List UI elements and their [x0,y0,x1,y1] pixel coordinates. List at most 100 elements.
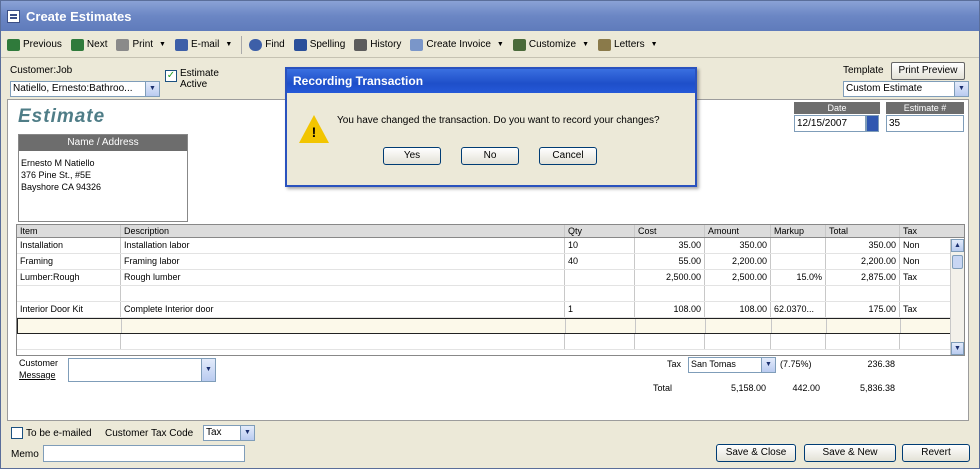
column-header-item[interactable]: Item [17,225,121,237]
tax-item-combo[interactable]: San Tomas ▼ [688,357,776,373]
column-header-markup[interactable]: Markup [771,225,826,237]
cell-cost[interactable]: 108.00 [635,302,705,317]
scroll-up-icon[interactable]: ▲ [951,239,964,252]
date-field[interactable]: 12/15/2007 [794,115,866,132]
history-button[interactable]: History [354,38,401,51]
customer-message-combo[interactable]: ▼ [68,358,216,382]
to-be-emailed-checkbox[interactable] [11,427,23,439]
cell-description[interactable]: Installation labor [121,238,565,253]
previous-button[interactable]: Previous [7,38,62,51]
customize-button[interactable]: Customize ▼ [512,38,589,51]
cell-tax[interactable]: Non [900,254,948,269]
column-header-amount[interactable]: Amount [705,225,771,237]
column-header-qty[interactable]: Qty [565,225,635,237]
email-dropdown-icon[interactable]: ▼ [225,41,232,48]
chevron-down-icon[interactable]: ▼ [240,426,254,440]
table-row[interactable] [17,286,964,302]
cell-cost[interactable]: 2,500.00 [635,270,705,285]
cell-item[interactable]: Framing [17,254,121,269]
column-header-tax[interactable]: Tax [900,225,948,237]
cell-item[interactable] [17,334,121,349]
cell-total[interactable] [827,319,901,333]
cell-markup[interactable] [771,334,826,349]
cell-qty[interactable]: 40 [565,254,635,269]
cell-markup[interactable]: 62.0370... [771,302,826,317]
chevron-down-icon[interactable]: ▼ [954,82,968,96]
cell-total[interactable]: 2,875.00 [826,270,900,285]
yes-button[interactable]: Yes [383,147,441,165]
cell-amount[interactable]: 108.00 [705,302,771,317]
cell-markup[interactable] [771,238,826,253]
cell-amount[interactable] [705,286,771,301]
cell-markup[interactable] [771,254,826,269]
cell-description[interactable]: Rough lumber [121,270,565,285]
cell-cost[interactable] [635,286,705,301]
cell-total[interactable] [826,286,900,301]
table-row-current[interactable] [17,318,964,334]
email-button[interactable]: E-mail ▼ [174,38,232,51]
cell-description[interactable] [121,334,565,349]
print-dropdown-icon[interactable]: ▼ [159,41,166,48]
cell-total[interactable]: 350.00 [826,238,900,253]
cell-description[interactable] [122,319,566,333]
cell-qty[interactable] [566,319,636,333]
find-button[interactable]: Find [249,38,285,51]
cell-markup[interactable] [772,319,827,333]
template-combo[interactable]: Custom Estimate ▼ [843,81,969,97]
memo-field[interactable] [43,445,245,462]
cell-amount[interactable]: 2,200.00 [705,254,771,269]
cell-qty[interactable]: 10 [565,238,635,253]
save-close-button[interactable]: Save & Close [716,444,796,462]
column-header-description[interactable]: Description [121,225,565,237]
cell-tax[interactable] [900,286,948,301]
name-address-box[interactable]: Name / Address Ernesto M Natiello 376 Pi… [18,134,188,222]
create-invoice-button[interactable]: Create Invoice ▼ [410,38,504,51]
cell-item[interactable]: Interior Door Kit [17,302,121,317]
scroll-thumb[interactable] [952,255,963,269]
revert-button[interactable]: Revert [902,444,970,462]
cell-total[interactable] [826,334,900,349]
estimate-active-checkbox[interactable]: ✓ [165,70,177,82]
column-header-total[interactable]: Total [826,225,900,237]
letters-button[interactable]: Letters ▼ [598,38,658,51]
cell-cost[interactable]: 35.00 [635,238,705,253]
cell-description[interactable]: Framing labor [121,254,565,269]
spelling-button[interactable]: Spelling [293,38,345,51]
chevron-down-icon[interactable]: ▼ [201,359,215,381]
customer-job-combo[interactable]: Natiello, Ernesto:Bathroo... ▼ [10,81,160,97]
cell-item[interactable] [18,319,122,333]
no-button[interactable]: No [461,147,519,165]
table-row[interactable]: Interior Door Kit Complete Interior door… [17,302,964,318]
customer-tax-code-combo[interactable]: Tax ▼ [203,425,255,441]
cell-amount[interactable]: 350.00 [705,238,771,253]
column-header-cost[interactable]: Cost [635,225,705,237]
create-invoice-dropdown-icon[interactable]: ▼ [497,41,504,48]
table-row[interactable]: Lumber:Rough Rough lumber 2,500.00 2,500… [17,270,964,286]
cell-tax[interactable]: Tax [900,302,948,317]
customize-dropdown-icon[interactable]: ▼ [582,41,589,48]
cell-markup[interactable]: 15.0% [771,270,826,285]
cancel-button[interactable]: Cancel [539,147,597,165]
cell-total[interactable]: 175.00 [826,302,900,317]
table-row[interactable]: Framing Framing labor 40 55.00 2,200.00 … [17,254,964,270]
cell-description[interactable]: Complete Interior door [121,302,565,317]
print-button[interactable]: Print ▼ [116,38,166,51]
cell-qty[interactable]: 1 [565,302,635,317]
chevron-down-icon[interactable]: ▼ [145,82,159,96]
cell-item[interactable]: Installation [17,238,121,253]
letters-dropdown-icon[interactable]: ▼ [651,41,658,48]
cell-tax[interactable]: Non [900,238,948,253]
next-button[interactable]: Next [70,38,107,51]
cell-item[interactable]: Lumber:Rough [17,270,121,285]
cell-cost[interactable] [635,334,705,349]
cell-tax[interactable] [900,334,948,349]
table-row[interactable] [17,334,964,350]
cell-amount[interactable] [705,334,771,349]
cell-tax[interactable]: Tax [900,270,948,285]
save-new-button[interactable]: Save & New [804,444,896,462]
cell-item[interactable] [17,286,121,301]
cell-qty[interactable] [565,286,635,301]
calendar-icon[interactable] [866,115,879,132]
table-row[interactable]: Installation Installation labor 10 35.00… [17,238,964,254]
print-preview-button[interactable]: Print Preview [891,62,965,80]
